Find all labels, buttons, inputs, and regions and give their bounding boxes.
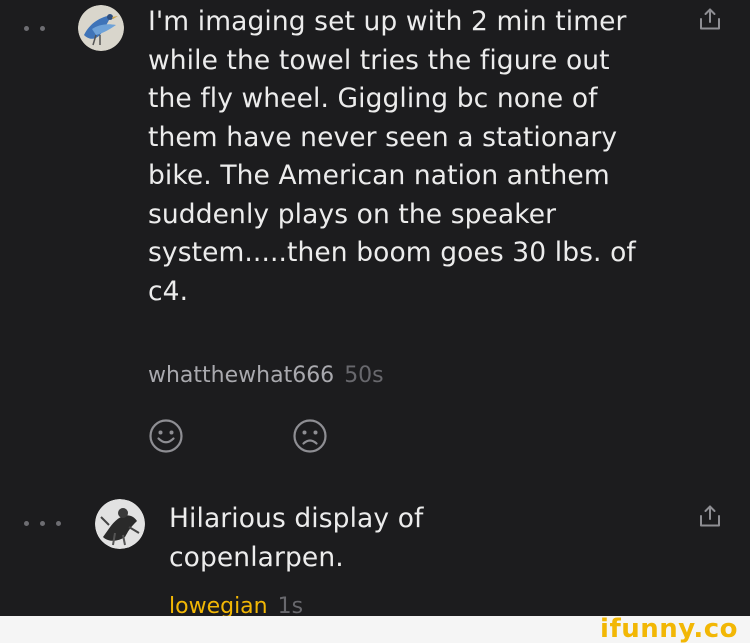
bird-avatar-icon[interactable] [78,5,124,51]
thread-depth-indicator [24,521,61,526]
comment-meta: whatthewhat666 50s [148,362,384,390]
comment-thread: I'm imaging set up with 2 min timer whil… [0,0,750,643]
watermark-logo: ifunny.co [600,614,738,643]
comment-author[interactable]: whatthewhat666 [148,363,334,388]
sad-icon[interactable] [292,418,328,454]
comment-timestamp: 50s [344,363,384,388]
thread-depth-indicator [24,26,45,31]
figure-avatar-icon[interactable] [95,499,145,549]
smile-icon[interactable] [148,418,184,454]
comment-body: I'm imaging set up with 2 min timer whil… [148,6,636,307]
share-icon[interactable] [699,7,721,31]
share-icon[interactable] [699,504,721,528]
comment-body: Hilarious display of copenlarpen. [169,503,424,573]
watermark-bar: ifunny.co [0,614,750,643]
